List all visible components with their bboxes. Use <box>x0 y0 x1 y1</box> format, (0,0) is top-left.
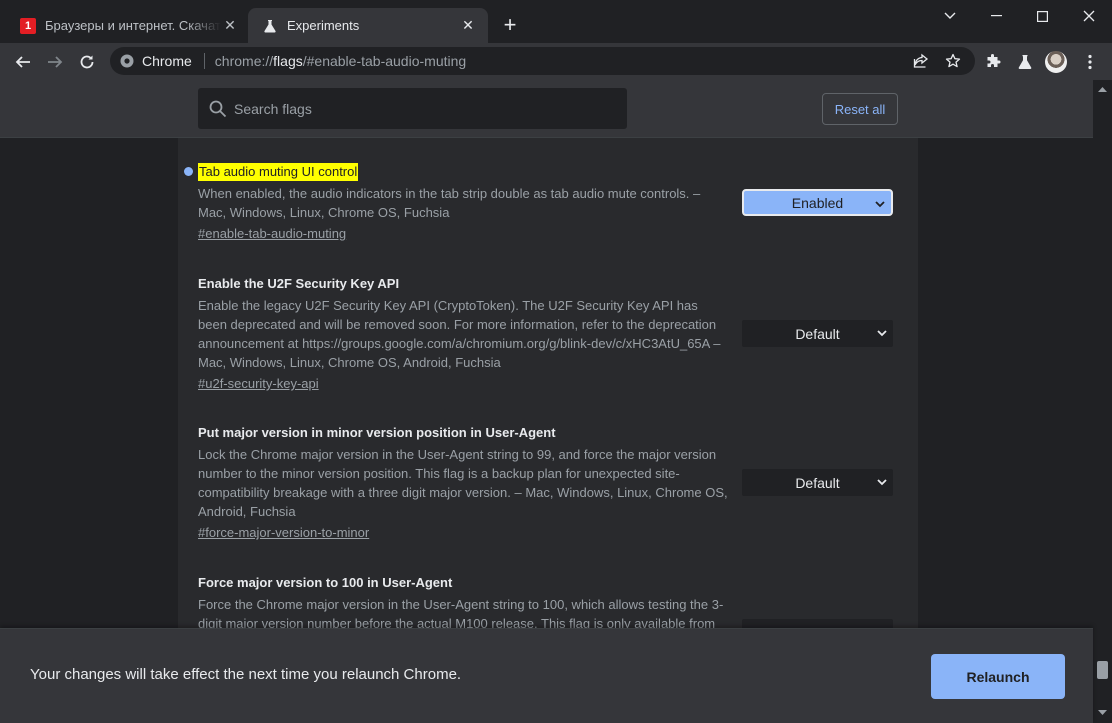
relaunch-bar: Your changes will take effect the next t… <box>0 628 1093 723</box>
arrow-left-icon <box>15 56 30 68</box>
select-value: Enabled <box>791 194 844 211</box>
search-icon <box>208 99 228 119</box>
tab-strip: 1 Браузеры и интернет. Скачать бесплатны… <box>0 0 1112 43</box>
experiment-select[interactable]: Default <box>742 469 893 496</box>
flags-header: Reset all <box>0 80 1093 138</box>
flask-icon <box>1018 55 1032 70</box>
flask-icon <box>262 18 278 34</box>
chrome-icon <box>120 54 134 68</box>
new-tab-button[interactable]: + <box>499 14 521 37</box>
scrollbar-thumb[interactable] <box>1097 661 1108 679</box>
maximize-button[interactable] <box>1019 0 1065 32</box>
experiment-description: Enable the legacy U2F Security Key API (… <box>198 298 721 370</box>
reset-all-button[interactable]: Reset all <box>822 93 898 125</box>
search-box[interactable] <box>198 88 627 129</box>
modified-indicator <box>184 167 193 176</box>
site-label: Chrome <box>142 53 192 69</box>
menu-button[interactable] <box>1077 49 1103 75</box>
scrollbar[interactable] <box>1093 80 1112 723</box>
close-icon <box>1083 10 1095 22</box>
experiment-title: Force major version to 100 in User-Agent <box>198 575 453 590</box>
url-text[interactable]: chrome://flags/#enable-tab-audio-muting <box>215 53 466 69</box>
relaunch-button[interactable]: Relaunch <box>931 654 1065 699</box>
omnibox-divider <box>203 53 205 69</box>
url-path: /#enable-tab-audio-muting <box>302 53 467 69</box>
arrow-right-icon <box>48 56 63 68</box>
experiment-description: When enabled, the audio indicators in th… <box>198 186 701 220</box>
share-button[interactable] <box>911 52 931 70</box>
toolbar: Chrome chrome://flags/#enable-tab-audio-… <box>0 43 1112 80</box>
softportal-icon: 1 <box>20 17 36 34</box>
scroll-down-icon[interactable] <box>1097 708 1108 718</box>
forward-button[interactable] <box>42 49 68 75</box>
tab-search-button[interactable] <box>927 0 973 32</box>
experiment-select[interactable]: Default <box>742 320 893 347</box>
share-icon <box>913 53 929 68</box>
experiment-title: Tab audio muting UI control <box>198 163 359 181</box>
tab-softportal[interactable]: 1 Браузеры и интернет. Скачать бесплатны… <box>8 8 248 43</box>
back-button[interactable] <box>10 49 36 75</box>
star-icon <box>945 53 961 68</box>
avatar <box>1045 51 1067 73</box>
experiment-select[interactable]: Enabled <box>742 189 893 216</box>
select-value: Default <box>795 474 840 491</box>
maximize-icon <box>1036 10 1048 22</box>
experiment-u2f-security-key-api: Enable the U2F Security Key API Enable t… <box>198 275 728 393</box>
experiment-force-major-version-to-minor: Put major version in minor version posit… <box>198 424 728 542</box>
puzzle-icon <box>987 54 1001 67</box>
experiment-link[interactable]: #force-major-version-to-minor <box>198 523 369 542</box>
close-icon[interactable]: ✕ <box>222 17 238 33</box>
chevron-down-icon <box>944 12 956 19</box>
chevron-down-icon <box>877 330 887 337</box>
scroll-up-icon[interactable] <box>1097 84 1108 94</box>
close-window-button[interactable] <box>1066 0 1112 32</box>
profile-button[interactable] <box>1043 49 1069 75</box>
tab-title: Experiments <box>287 18 360 33</box>
chevron-down-icon <box>877 479 887 486</box>
select-value: Default <box>795 325 840 342</box>
tab-title: Браузеры и интернет. Скачать бесплатные … <box>45 18 221 33</box>
experiment-link[interactable]: #u2f-security-key-api <box>198 374 319 393</box>
experiment-description: Lock the Chrome major version in the Use… <box>198 447 728 519</box>
chevron-down-icon <box>875 201 885 208</box>
reload-icon <box>80 55 94 69</box>
experiment-title: Put major version in minor version posit… <box>198 425 556 440</box>
tab-experiments[interactable]: Experiments ✕ <box>248 8 488 43</box>
site-info[interactable]: Chrome <box>120 53 192 69</box>
omnibox[interactable]: Chrome chrome://flags/#enable-tab-audio-… <box>110 47 975 75</box>
minimize-button[interactable] <box>973 0 1019 32</box>
experiments-button[interactable] <box>1012 49 1038 75</box>
url-host: flags <box>273 53 303 69</box>
bookmark-button[interactable] <box>943 52 963 70</box>
experiment-force-major-version-100: Force major version to 100 in User-Agent… <box>198 574 728 633</box>
relaunch-message: Your changes will take effect the next t… <box>30 666 462 683</box>
more-vert-icon <box>1088 54 1092 70</box>
reload-button[interactable] <box>74 49 100 75</box>
extensions-button[interactable] <box>980 49 1006 75</box>
experiment-title: Enable the U2F Security Key API <box>198 276 400 291</box>
experiment-link[interactable]: #enable-tab-audio-muting <box>198 224 346 243</box>
search-input[interactable] <box>234 100 614 117</box>
close-icon[interactable]: ✕ <box>460 17 476 33</box>
experiment-tab-audio-muting: Tab audio muting UI control When enabled… <box>198 163 728 243</box>
minimize-icon <box>990 15 1002 17</box>
url-scheme: chrome:// <box>214 53 274 69</box>
